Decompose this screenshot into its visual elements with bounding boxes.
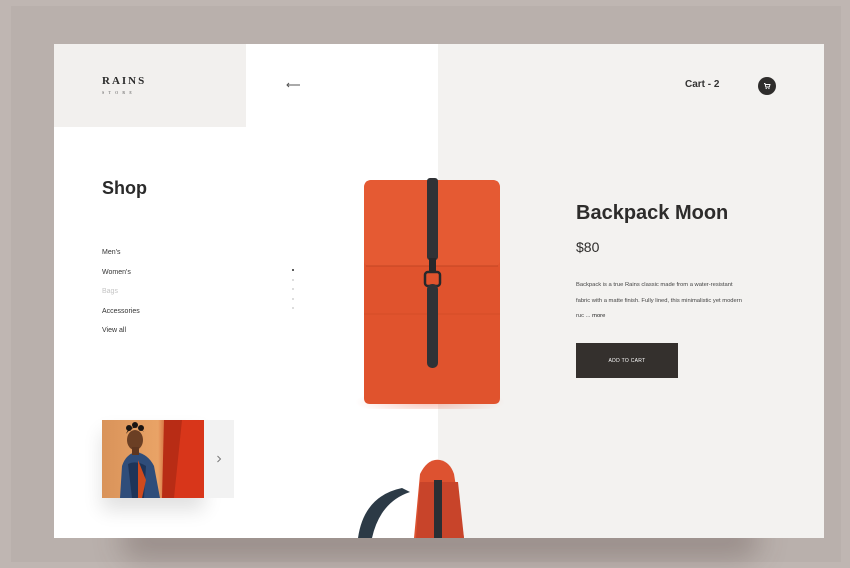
indicator-dot[interactable] [292, 307, 294, 309]
read-more-link[interactable]: more [592, 313, 605, 319]
cart-count-link[interactable]: Cart - 2 [685, 79, 719, 90]
product-name: Backpack Moon [576, 202, 729, 224]
indicator-dot[interactable] [292, 297, 294, 300]
backpack-image[interactable] [350, 174, 510, 409]
thumbnail-next-button[interactable] [204, 420, 234, 498]
indicator-dot[interactable] [292, 278, 294, 281]
add-to-cart-button[interactable]: ADD TO CART [576, 343, 678, 378]
indicator-dot[interactable] [292, 288, 294, 290]
category-accessories[interactable]: Accessories [102, 307, 140, 327]
category-list: Men's Women's Bags Accessories View all [102, 248, 140, 346]
arrow-left-icon[interactable] [285, 81, 301, 89]
category-mens[interactable]: Men's [102, 248, 140, 268]
product-description: Backpack is a true Rains classic made fr… [576, 278, 746, 325]
model-photo [120, 420, 204, 498]
indicator-dot[interactable] [292, 269, 294, 271]
lookbook-thumbnail[interactable] [102, 420, 204, 498]
chevron-right-icon [217, 455, 222, 463]
brand-tagline: STORE [102, 90, 137, 95]
category-bags[interactable]: Bags [102, 287, 140, 307]
store-window: RAINS STORE Cart - 2 Shop Men's Women's … [54, 44, 824, 538]
cart-icon [764, 83, 771, 90]
cart-button[interactable] [758, 77, 776, 95]
logo-block[interactable]: RAINS STORE [54, 44, 246, 127]
slide-indicator [292, 269, 294, 317]
product-price: $80 [576, 239, 600, 255]
brand-name: RAINS [102, 75, 147, 87]
category-womens[interactable]: Women's [102, 268, 140, 288]
category-view-all[interactable]: View all [102, 326, 140, 346]
secondary-bag-image[interactable] [354, 456, 494, 538]
shop-heading: Shop [102, 178, 147, 198]
